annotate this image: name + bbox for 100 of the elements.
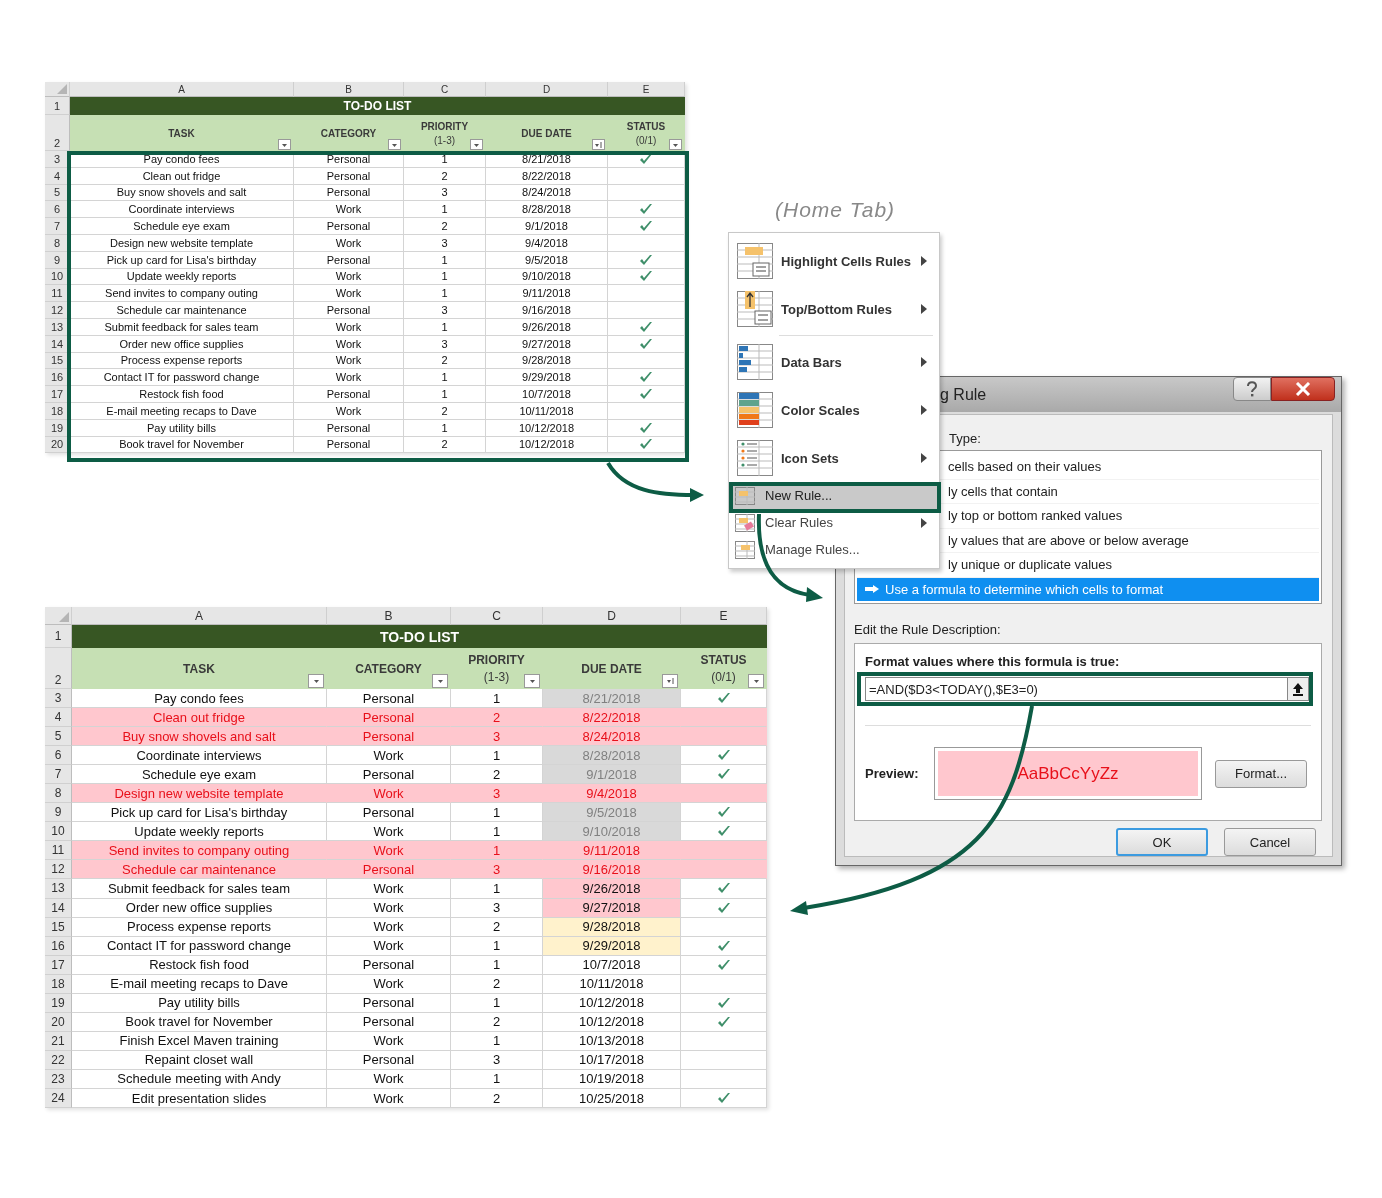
field-label: Format values where this formula is true: xyxy=(865,654,1121,669)
column-label: CATEGORY xyxy=(355,661,422,676)
filter-button[interactable] xyxy=(432,674,448,688)
table-cell: 9/16/2018 xyxy=(543,860,681,880)
row-number[interactable]: 10 xyxy=(45,822,72,842)
column-letter[interactable]: D xyxy=(543,607,681,625)
column-letter[interactable]: A xyxy=(72,607,327,625)
table-cell: 2 xyxy=(451,974,543,994)
menu-item[interactable]: Data Bars xyxy=(729,338,939,386)
table-cell: Personal xyxy=(327,803,451,823)
table-cell: 9/26/2018 xyxy=(543,879,681,899)
menu-item[interactable]: Color Scales xyxy=(729,386,939,434)
menu-item[interactable]: Highlight Cells Rules xyxy=(729,237,939,285)
column-letter[interactable]: C xyxy=(404,82,486,97)
row-number[interactable]: 12 xyxy=(45,860,72,880)
caret-icon xyxy=(435,677,445,685)
menu-item[interactable]: Top/Bottom Rules xyxy=(729,285,939,333)
table-cell: 9/5/2018 xyxy=(543,803,681,823)
row-number[interactable]: 8 xyxy=(45,784,72,804)
filter-button[interactable] xyxy=(278,139,291,150)
column-letter[interactable]: B xyxy=(327,607,451,625)
filter-button[interactable] xyxy=(669,139,682,150)
table-cell: 3 xyxy=(451,860,543,880)
table-cell: Personal xyxy=(294,302,404,319)
column-label: PRIORITY xyxy=(468,653,525,667)
row-number[interactable]: 1 xyxy=(45,625,72,648)
table-cell: 2 xyxy=(451,708,543,728)
window-title: g Rule xyxy=(940,385,987,404)
filter-button[interactable] xyxy=(308,674,324,688)
column-letter[interactable]: D xyxy=(486,82,608,97)
table-cell: Personal xyxy=(327,860,451,880)
column-label: CATEGORY xyxy=(320,127,377,139)
table-cell: 10/7/2018 xyxy=(486,386,608,403)
table-cell: 9/1/2018 xyxy=(543,765,681,785)
row-number[interactable]: 5 xyxy=(45,727,72,747)
check-icon xyxy=(716,901,731,914)
table-cell: Coordinate interviews xyxy=(70,201,294,219)
row-number[interactable]: 11 xyxy=(45,841,72,861)
row-number[interactable]: 9 xyxy=(45,803,72,823)
column-letter[interactable]: B xyxy=(294,82,404,97)
column-label: STATUS xyxy=(700,653,747,667)
collapse-button[interactable] xyxy=(1287,677,1309,701)
dialog-button[interactable]: Cancel xyxy=(1224,828,1316,856)
filter-button[interactable] xyxy=(470,139,483,150)
column-label: PRIORITY xyxy=(420,120,469,132)
row-number[interactable]: 2 xyxy=(45,648,72,689)
table-cell: 1 xyxy=(451,879,543,899)
row-number[interactable]: 1 xyxy=(45,97,70,115)
column-letter[interactable]: E xyxy=(681,607,767,625)
table-cell: 1 xyxy=(451,841,543,861)
table-cell: 1 xyxy=(404,285,486,303)
rules-list-icon xyxy=(735,540,755,559)
table-cell: 8/21/2018 xyxy=(543,689,681,709)
table-cell: Clean out fridge xyxy=(72,708,327,728)
filter-button[interactable] xyxy=(748,674,764,688)
column-letter[interactable]: C xyxy=(451,607,543,625)
check-icon xyxy=(716,825,731,838)
list-item-label: ly unique or duplicate values xyxy=(948,557,1113,573)
highlight-cells-icon xyxy=(737,243,773,279)
column-sublabel: (1-3) xyxy=(433,134,456,146)
filter-button[interactable] xyxy=(524,674,540,688)
filter-button[interactable] xyxy=(662,674,678,688)
table-cell: Work xyxy=(327,822,451,842)
list-item-label: ly values that are above or below average xyxy=(948,532,1189,548)
field-label: Type: xyxy=(948,430,982,448)
column-letter[interactable]: E xyxy=(608,82,685,97)
table-cell: 10/12/2018 xyxy=(543,993,681,1013)
table-cell: 10/25/2018 xyxy=(543,1089,681,1109)
row-number[interactable]: 7 xyxy=(45,765,72,785)
table-cell: 3 xyxy=(451,1050,543,1070)
row-number[interactable]: 13 xyxy=(45,879,72,899)
column-letter[interactable]: A xyxy=(70,82,294,97)
row-number[interactable]: 4 xyxy=(45,708,72,728)
check-icon xyxy=(716,692,731,704)
check-icon xyxy=(716,958,731,971)
table-cell: 3 xyxy=(451,784,543,804)
preview-sample: AaBbCcYyZz xyxy=(935,748,1201,799)
filter-button[interactable] xyxy=(388,139,401,150)
row-number[interactable]: 6 xyxy=(45,746,72,766)
format-button[interactable]: Format... xyxy=(1215,759,1307,788)
pointer-icon xyxy=(865,585,879,594)
table-cell: Personal xyxy=(327,727,451,747)
table-cell: Pay condo fees xyxy=(72,689,327,709)
table-cell: Submit feedback for sales team xyxy=(72,879,327,899)
table-cell: Schedule eye exam xyxy=(72,765,327,785)
icon-sets-icon xyxy=(737,440,773,476)
row-number[interactable]: 3 xyxy=(45,689,72,709)
table-cell: Work xyxy=(327,1031,451,1051)
corner-triangle-icon xyxy=(57,84,67,94)
table-cell: 3 xyxy=(451,727,543,747)
list-item-label: ly top or bottom ranked values xyxy=(948,508,1123,524)
formula-field[interactable]: =AND($D3<TODAY(),$E3=0) xyxy=(865,677,1287,701)
table-cell: 1 xyxy=(451,1031,543,1051)
dialog-button[interactable]: OK xyxy=(1116,828,1208,856)
close-button[interactable] xyxy=(1271,377,1335,401)
column-sublabel: (0/1) xyxy=(711,670,736,684)
table-cell: Work xyxy=(327,841,451,861)
row-number[interactable]: 2 xyxy=(45,115,70,151)
filter-button[interactable] xyxy=(592,139,605,150)
help-button[interactable] xyxy=(1233,377,1271,401)
